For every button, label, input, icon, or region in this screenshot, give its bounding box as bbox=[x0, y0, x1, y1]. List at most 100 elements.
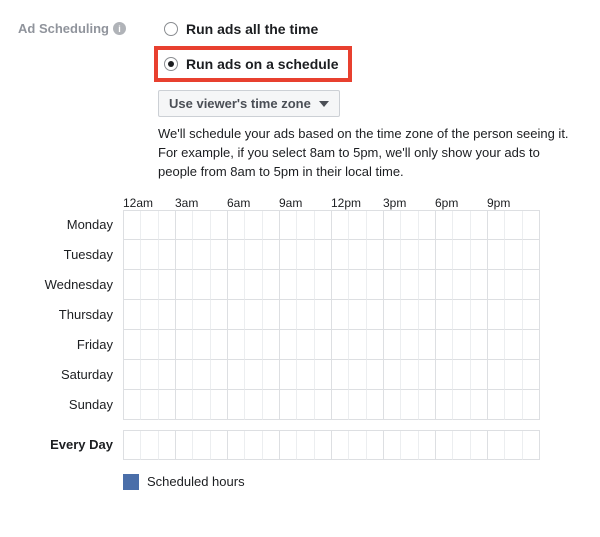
schedule-cell[interactable] bbox=[193, 240, 210, 270]
schedule-cell[interactable] bbox=[453, 270, 470, 300]
schedule-cell[interactable] bbox=[245, 270, 262, 300]
schedule-cell[interactable] bbox=[349, 360, 366, 390]
schedule-cell[interactable] bbox=[471, 300, 488, 330]
schedule-cell[interactable] bbox=[263, 330, 280, 360]
schedule-cell[interactable] bbox=[245, 431, 262, 460]
schedule-cell[interactable] bbox=[453, 240, 470, 270]
schedule-cell[interactable] bbox=[436, 360, 453, 390]
schedule-cell[interactable] bbox=[280, 300, 297, 330]
schedule-cell[interactable] bbox=[297, 360, 314, 390]
schedule-cell[interactable] bbox=[159, 431, 176, 460]
schedule-cell[interactable] bbox=[488, 360, 505, 390]
schedule-cell[interactable] bbox=[193, 431, 210, 460]
schedule-cell[interactable] bbox=[159, 390, 176, 420]
schedule-cell[interactable] bbox=[332, 390, 349, 420]
schedule-cell[interactable] bbox=[419, 431, 436, 460]
schedule-cell[interactable] bbox=[419, 240, 436, 270]
schedule-cell[interactable] bbox=[523, 240, 540, 270]
schedule-cell[interactable] bbox=[471, 431, 488, 460]
schedule-cell[interactable] bbox=[453, 211, 470, 240]
schedule-cell[interactable] bbox=[453, 300, 470, 330]
schedule-cell[interactable] bbox=[315, 390, 332, 420]
schedule-cell[interactable] bbox=[176, 360, 193, 390]
schedule-cell[interactable] bbox=[141, 431, 158, 460]
schedule-cell[interactable] bbox=[523, 390, 540, 420]
schedule-cell[interactable] bbox=[228, 390, 245, 420]
schedule-cell[interactable] bbox=[401, 240, 418, 270]
schedule-cell[interactable] bbox=[280, 360, 297, 390]
schedule-cell[interactable] bbox=[211, 300, 228, 330]
schedule-cell[interactable] bbox=[315, 300, 332, 330]
schedule-cell[interactable] bbox=[471, 270, 488, 300]
schedule-cell[interactable] bbox=[159, 270, 176, 300]
schedule-cell[interactable] bbox=[488, 270, 505, 300]
schedule-cell[interactable] bbox=[211, 270, 228, 300]
schedule-cell[interactable] bbox=[263, 240, 280, 270]
schedule-cell[interactable] bbox=[159, 330, 176, 360]
schedule-cell[interactable] bbox=[263, 360, 280, 390]
schedule-cell[interactable] bbox=[384, 360, 401, 390]
schedule-cell[interactable] bbox=[315, 211, 332, 240]
schedule-cell[interactable] bbox=[523, 211, 540, 240]
schedule-cell[interactable] bbox=[159, 240, 176, 270]
schedule-cell[interactable] bbox=[280, 240, 297, 270]
schedule-cell[interactable] bbox=[315, 360, 332, 390]
schedule-cell[interactable] bbox=[349, 211, 366, 240]
info-icon[interactable]: i bbox=[113, 22, 126, 35]
schedule-cell[interactable] bbox=[401, 330, 418, 360]
schedule-cell[interactable] bbox=[401, 211, 418, 240]
schedule-cell[interactable] bbox=[245, 390, 262, 420]
schedule-cell[interactable] bbox=[523, 360, 540, 390]
schedule-cell[interactable] bbox=[453, 360, 470, 390]
schedule-cell[interactable] bbox=[193, 360, 210, 390]
schedule-cell[interactable] bbox=[141, 270, 158, 300]
schedule-cell[interactable] bbox=[176, 211, 193, 240]
schedule-cell[interactable] bbox=[367, 300, 384, 330]
schedule-cell[interactable] bbox=[124, 360, 141, 390]
schedule-cell[interactable] bbox=[315, 240, 332, 270]
schedule-cell[interactable] bbox=[471, 390, 488, 420]
schedule-cell[interactable] bbox=[193, 330, 210, 360]
schedule-cell[interactable] bbox=[193, 211, 210, 240]
schedule-cell[interactable] bbox=[436, 300, 453, 330]
schedule-cell[interactable] bbox=[384, 270, 401, 300]
schedule-cell[interactable] bbox=[505, 431, 522, 460]
schedule-cell[interactable] bbox=[245, 300, 262, 330]
schedule-cell[interactable] bbox=[436, 240, 453, 270]
schedule-cell[interactable] bbox=[297, 270, 314, 300]
schedule-cell[interactable] bbox=[228, 330, 245, 360]
schedule-cell[interactable] bbox=[488, 390, 505, 420]
schedule-cell[interactable] bbox=[297, 211, 314, 240]
schedule-cell[interactable] bbox=[419, 390, 436, 420]
schedule-cell[interactable] bbox=[315, 330, 332, 360]
schedule-cell[interactable] bbox=[523, 300, 540, 330]
schedule-cell[interactable] bbox=[384, 240, 401, 270]
schedule-cell[interactable] bbox=[245, 360, 262, 390]
schedule-cell[interactable] bbox=[523, 431, 540, 460]
schedule-cell[interactable] bbox=[505, 240, 522, 270]
schedule-cell[interactable] bbox=[176, 390, 193, 420]
schedule-cell[interactable] bbox=[176, 431, 193, 460]
schedule-cell[interactable] bbox=[141, 300, 158, 330]
schedule-cell[interactable] bbox=[505, 300, 522, 330]
schedule-cell[interactable] bbox=[436, 211, 453, 240]
schedule-cell[interactable] bbox=[471, 240, 488, 270]
schedule-cell[interactable] bbox=[332, 240, 349, 270]
schedule-cell[interactable] bbox=[124, 270, 141, 300]
schedule-cell[interactable] bbox=[228, 211, 245, 240]
schedule-cell[interactable] bbox=[488, 211, 505, 240]
schedule-cell[interactable] bbox=[453, 330, 470, 360]
schedule-cell[interactable] bbox=[211, 240, 228, 270]
schedule-cell[interactable] bbox=[297, 330, 314, 360]
schedule-cell[interactable] bbox=[211, 390, 228, 420]
schedule-cell[interactable] bbox=[384, 300, 401, 330]
schedule-cell[interactable] bbox=[263, 390, 280, 420]
schedule-cell[interactable] bbox=[228, 270, 245, 300]
schedule-cell[interactable] bbox=[228, 360, 245, 390]
schedule-cell[interactable] bbox=[124, 390, 141, 420]
schedule-cell[interactable] bbox=[349, 390, 366, 420]
schedule-cell[interactable] bbox=[419, 360, 436, 390]
schedule-cell[interactable] bbox=[505, 330, 522, 360]
schedule-cell[interactable] bbox=[401, 390, 418, 420]
schedule-cell[interactable] bbox=[245, 240, 262, 270]
